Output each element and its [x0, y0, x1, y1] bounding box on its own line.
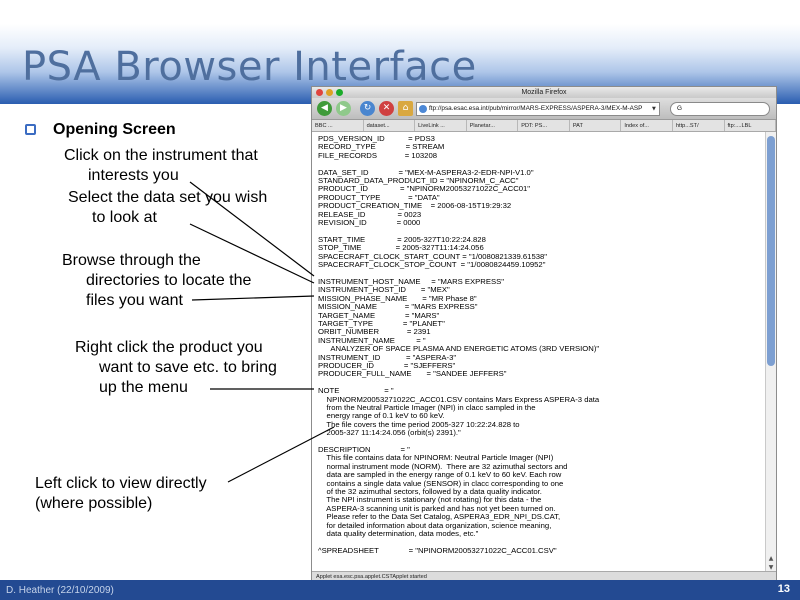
- note-line: Click on the instrument that: [64, 147, 258, 164]
- footer-author: D. Heather (22/10/2009): [6, 585, 114, 596]
- note-line: directories to locate the: [86, 272, 252, 289]
- stop-icon[interactable]: ✕: [379, 101, 394, 116]
- bookmark-item[interactable]: http...ST/: [673, 120, 725, 131]
- note-line: Browse through the: [62, 252, 201, 269]
- bookmark-item[interactable]: BBC ...: [312, 120, 364, 131]
- back-arrow-icon[interactable]: ◀: [317, 101, 332, 116]
- slide-title: PSA Browser Interface: [22, 44, 477, 90]
- note-line: up the menu: [99, 379, 188, 396]
- bookmark-item[interactable]: Index of...: [621, 120, 673, 131]
- note-line: Select the data set you wish: [68, 189, 268, 206]
- bookmark-item[interactable]: dataset...: [364, 120, 416, 131]
- label-file-content: PDS_VERSION_ID = PDS3 RECORD_TYPE = STRE…: [312, 132, 766, 573]
- vertical-scrollbar[interactable]: ▲ ▼: [765, 132, 776, 573]
- note-line: (where possible): [35, 495, 153, 512]
- note-line: files you want: [86, 292, 183, 309]
- firefox-window: Mozilla Firefox ◀ ▶ ↻ ✕ ⌂ ftp://psa.esac…: [311, 86, 777, 582]
- bookmark-item[interactable]: Planetar...: [467, 120, 519, 131]
- window-titlebar: Mozilla Firefox: [312, 87, 776, 98]
- bookmark-item[interactable]: ftp:....LBL: [725, 120, 777, 131]
- site-globe-icon: [419, 105, 427, 113]
- url-input[interactable]: ftp://psa.esac.esa.int/pub/mirror/MARS-E…: [416, 102, 660, 116]
- note-select-dataset: Select the data set you wish to look at: [68, 188, 267, 228]
- label-text: PDS_VERSION_ID = PDS3 RECORD_TYPE = STRE…: [318, 134, 600, 573]
- note-left-click: Left click to view directly (where possi…: [35, 474, 207, 514]
- note-line: to look at: [92, 209, 157, 226]
- bookmark-item[interactable]: LiveLink ...: [415, 120, 467, 131]
- forward-arrow-icon[interactable]: ▶: [336, 101, 351, 116]
- note-right-click: Right click the product you want to save…: [75, 338, 277, 398]
- note-line: want to save etc. to bring: [99, 359, 277, 376]
- note-line: Right click the product you: [75, 339, 263, 356]
- note-click-instrument: Click on the instrument that interests y…: [64, 146, 258, 186]
- scroll-up-icon[interactable]: ▲: [767, 555, 775, 563]
- home-icon[interactable]: ⌂: [398, 101, 413, 116]
- scrollbar-thumb[interactable]: [767, 136, 775, 366]
- navigation-toolbar: ◀ ▶ ↻ ✕ ⌂ ftp://psa.esac.esa.int/pub/mir…: [312, 98, 776, 120]
- chevron-down-icon[interactable]: ▼: [652, 106, 656, 112]
- bookmarks-bar: BBC ... dataset... LiveLink ... Planetar…: [312, 120, 777, 132]
- bookmark-item[interactable]: PDT: PS...: [518, 120, 570, 131]
- window-title: Mozilla Firefox: [521, 89, 567, 96]
- search-input[interactable]: G: [670, 102, 770, 116]
- note-line: interests you: [88, 167, 179, 184]
- bookmark-item[interactable]: PAT: [570, 120, 622, 131]
- reload-icon[interactable]: ↻: [360, 101, 375, 116]
- page-number: 13: [777, 583, 790, 595]
- footer-band: [0, 580, 800, 600]
- note-line: Left click to view directly: [35, 475, 207, 492]
- bullet-opening-screen: Opening Screen: [53, 121, 176, 138]
- note-browse-directories: Browse through the directories to locate…: [62, 251, 251, 311]
- bullet-square-icon: [25, 124, 36, 135]
